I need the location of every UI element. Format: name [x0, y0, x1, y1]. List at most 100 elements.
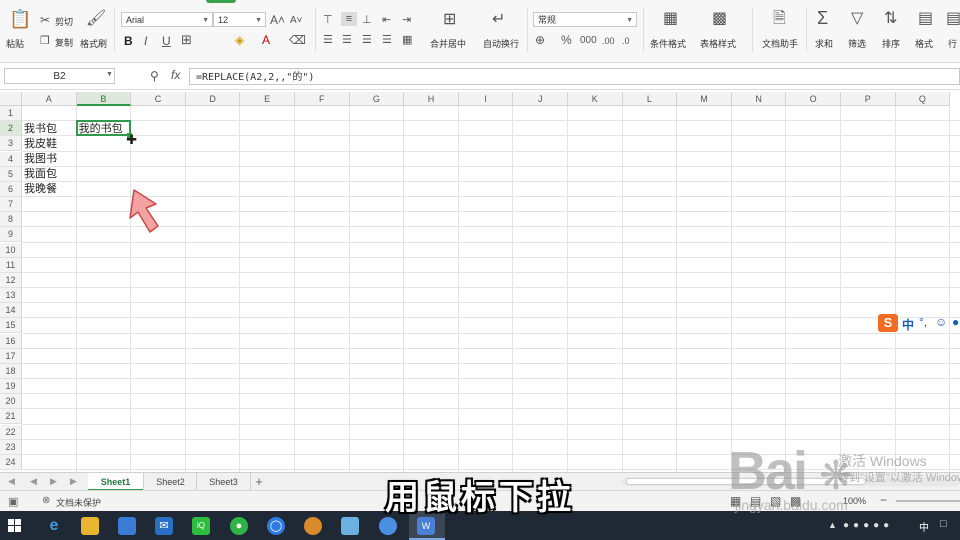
column-header-b[interactable]: B: [76, 92, 132, 106]
row-header-22[interactable]: 22: [0, 424, 22, 440]
format-painter-icon[interactable]: 🖌: [86, 11, 106, 27]
row-header-17[interactable]: 17: [0, 348, 22, 364]
column-header-j[interactable]: J: [513, 92, 568, 106]
sort-button[interactable]: 排序: [882, 37, 900, 50]
align-top-icon[interactable]: ⊤: [323, 13, 333, 27]
row-header-15[interactable]: 15: [0, 318, 22, 334]
format-painter-button[interactable]: 格式刷: [80, 37, 107, 50]
column-header-e[interactable]: E: [240, 92, 295, 106]
avatar-app-icon[interactable]: [304, 517, 322, 535]
selected-cell-border[interactable]: [75, 120, 132, 137]
column-header-k[interactable]: K: [568, 92, 623, 106]
row-header-7[interactable]: 7: [0, 197, 22, 213]
paste-button[interactable]: 粘贴: [6, 37, 24, 50]
distribute-icon[interactable]: ▦: [402, 33, 412, 47]
formula-input[interactable]: =REPLACE(A2,2,,"的"): [189, 68, 960, 85]
paste-icon[interactable]: 📋: [9, 10, 31, 32]
ime-punctuation-icon[interactable]: °,: [919, 315, 927, 329]
font-color-icon[interactable]: A: [262, 33, 270, 47]
row-header-12[interactable]: 12: [0, 272, 22, 288]
table-style-icon[interactable]: ▩: [712, 11, 727, 27]
browser-icon[interactable]: ◯: [267, 517, 285, 535]
column-header-i[interactable]: I: [458, 92, 514, 106]
row-header-6[interactable]: 6: [0, 181, 22, 197]
currency-icon[interactable]: ⊕: [535, 33, 545, 47]
row-header-5[interactable]: 5: [0, 166, 22, 182]
row-header-19[interactable]: 19: [0, 379, 22, 395]
ime-lang-label[interactable]: 中: [902, 316, 914, 333]
row-header-16[interactable]: 16: [0, 333, 22, 349]
format-button[interactable]: 格式: [915, 37, 933, 50]
file-explorer-icon[interactable]: [81, 517, 99, 535]
mail-icon[interactable]: ✉: [155, 517, 173, 535]
cut-button[interactable]: 剪切: [55, 15, 73, 28]
chevron-down-icon[interactable]: ▼: [106, 71, 113, 78]
row-header-10[interactable]: 10: [0, 242, 22, 258]
align-center-icon[interactable]: ☰: [342, 33, 352, 47]
cell-a5[interactable]: 我面包: [24, 167, 57, 181]
wechat-icon[interactable]: ●: [230, 517, 248, 535]
ime-emoji-icon[interactable]: ☺: [935, 315, 947, 329]
wps-spreadsheet-icon[interactable]: W: [417, 517, 435, 535]
doc-helper-icon[interactable]: 🗎: [773, 11, 786, 27]
cell-a2[interactable]: 我书包: [24, 122, 57, 136]
doc-helper-button[interactable]: 文档助手: [762, 37, 798, 50]
wrap-text-button[interactable]: 自动换行: [483, 37, 519, 50]
fx-icon[interactable]: fx: [171, 68, 180, 82]
row-header-23[interactable]: 23: [0, 439, 22, 455]
filter-button[interactable]: 筛选: [848, 37, 866, 50]
copy-button[interactable]: 复制: [55, 36, 73, 49]
column-header-o[interactable]: O: [786, 92, 841, 106]
row-header-8[interactable]: 8: [0, 212, 22, 228]
merge-center-button[interactable]: 合并居中: [430, 37, 466, 50]
justify-icon[interactable]: ☰: [382, 33, 392, 47]
zoom-search-icon[interactable]: ⚲: [150, 69, 159, 83]
row-header-20[interactable]: 20: [0, 394, 22, 410]
row-header-2[interactable]: 2: [0, 121, 22, 137]
column-header-h[interactable]: H: [404, 92, 459, 106]
spreadsheet-grid[interactable]: A B C D E F G H I J K L M N O P Q 1 2 3 4 5 6 7 8 9 10 11 12 13 14 15 16…: [0, 90, 960, 472]
number-format-select[interactable]: 常规 ▼: [533, 12, 637, 27]
table-style-button[interactable]: 表格样式: [700, 37, 736, 50]
column-header-n[interactable]: N: [731, 92, 787, 106]
column-header-d[interactable]: D: [185, 92, 241, 106]
name-box[interactable]: B2: [4, 68, 115, 84]
align-left-icon[interactable]: ☰: [323, 33, 333, 47]
sum-icon[interactable]: Σ: [817, 9, 828, 27]
row-header-11[interactable]: 11: [0, 257, 22, 273]
conditional-format-button[interactable]: 条件格式: [650, 37, 686, 50]
wrap-text-icon[interactable]: ↵: [492, 12, 505, 28]
tray-chevron-icon[interactable]: ▲: [828, 520, 837, 530]
fill-color-icon[interactable]: ◈: [235, 33, 244, 47]
sort-icon[interactable]: ⇅: [884, 11, 897, 27]
font-size-select[interactable]: 12 ▼: [213, 12, 266, 27]
notes-icon[interactable]: [341, 517, 359, 535]
align-bottom-icon[interactable]: ⊥: [362, 13, 372, 27]
column-header-m[interactable]: M: [677, 92, 732, 106]
row-header-24[interactable]: 24: [0, 454, 22, 470]
iqiyi-icon[interactable]: iQ: [192, 517, 210, 535]
eraser-icon[interactable]: ⌫: [289, 33, 306, 47]
filter-icon[interactable]: ▽: [851, 11, 863, 27]
cell-a6[interactable]: 我晚餐: [24, 182, 57, 196]
rows-cols-icon[interactable]: ▤: [946, 11, 960, 27]
borders-icon[interactable]: ⊞: [181, 33, 192, 47]
row-header-14[interactable]: 14: [0, 303, 22, 319]
row-header-18[interactable]: 18: [0, 363, 22, 379]
baidu-netdisk-icon[interactable]: [379, 517, 397, 535]
select-all-corner[interactable]: [0, 92, 22, 106]
column-header-c[interactable]: C: [131, 92, 186, 106]
align-right-icon[interactable]: ☰: [362, 33, 372, 47]
cell-a4[interactable]: 我图书: [24, 152, 57, 166]
column-header-q[interactable]: Q: [895, 92, 951, 106]
notification-icon[interactable]: □: [940, 518, 947, 530]
bold-icon[interactable]: B: [124, 34, 133, 48]
column-header-l[interactable]: L: [622, 92, 678, 106]
column-header-a[interactable]: A: [22, 92, 77, 106]
conditional-format-icon[interactable]: ▦: [663, 11, 678, 27]
sum-button[interactable]: 求和: [815, 37, 833, 50]
column-header-g[interactable]: G: [349, 92, 405, 106]
decimal-decrease-icon[interactable]: .0: [622, 34, 630, 48]
copy-icon[interactable]: ❐: [40, 34, 50, 48]
increase-font-icon[interactable]: A˄: [270, 13, 285, 27]
